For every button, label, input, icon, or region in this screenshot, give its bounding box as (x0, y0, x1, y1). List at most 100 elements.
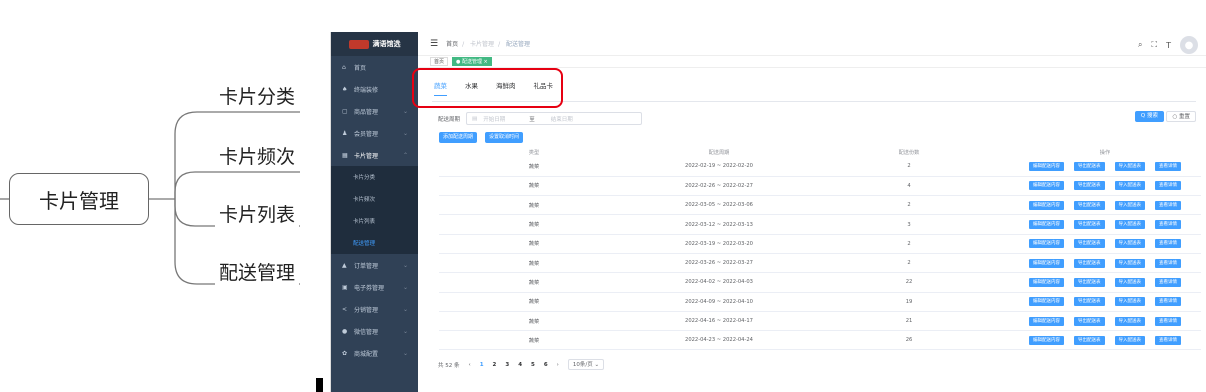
view-details-button[interactable]: 查看详情 (1155, 277, 1181, 287)
mind-map-node: 卡片分类 (215, 82, 300, 109)
view-details-button[interactable]: 查看详情 (1155, 181, 1181, 191)
breadcrumb-home[interactable]: 首页 (446, 41, 458, 48)
fullscreen-icon[interactable]: ⛶ (1152, 40, 1158, 50)
export-table-button[interactable]: 导出配送表 (1074, 161, 1105, 171)
sidebar-item-members[interactable]: ♟ 会员管理 ⌄ (331, 122, 418, 144)
sidebar-subitem-card-list[interactable]: 卡片列表 (331, 210, 418, 232)
import-table-button[interactable]: 导入配送表 (1114, 335, 1145, 345)
page-2[interactable]: 2 (493, 362, 497, 368)
view-details-button[interactable]: 查看详情 (1155, 335, 1181, 345)
edit-content-button[interactable]: 编辑配送内容 (1029, 316, 1064, 326)
avatar[interactable]: ● (1180, 36, 1198, 54)
cell-cycle: 2022-03-19 ~ 2022-03-20 (629, 234, 809, 254)
export-table-button[interactable]: 导出配送表 (1074, 200, 1105, 210)
end-date-placeholder[interactable]: 结束日期 (551, 115, 573, 123)
sidebar-item-home[interactable]: ⌂ 首页 (331, 56, 418, 78)
hamburger-icon[interactable]: ☰ (430, 39, 438, 49)
import-table-button[interactable]: 导入配送表 (1114, 239, 1145, 249)
cell-count: 3 (809, 214, 1009, 235)
export-table-button[interactable]: 导出配送表 (1074, 181, 1105, 191)
logo-text: 满语馆选 (372, 40, 401, 48)
set-cancel-time-button[interactable]: 设置取消时间 (485, 132, 524, 143)
home-icon: ⌂ (342, 63, 346, 71)
share-icon: < (342, 305, 348, 313)
add-cycle-button[interactable]: 添加配送周期 (439, 132, 478, 143)
cell-cycle: 2022-02-19 ~ 2022-02-20 (629, 157, 809, 177)
cell-actions: 编辑配送内容 导出配送表 导入配送表 查看详情 (1009, 292, 1201, 312)
import-table-button[interactable]: 导入配送表 (1114, 161, 1145, 171)
import-table-button[interactable]: 导入配送表 (1114, 220, 1145, 230)
view-details-button[interactable]: 查看详情 (1155, 316, 1181, 326)
edit-content-button[interactable]: 编辑配送内容 (1029, 335, 1064, 345)
import-table-button[interactable]: 导入配送表 (1114, 316, 1145, 326)
tag-delivery[interactable]: ● 配送管理 × (452, 57, 492, 66)
sidebar-item-wechat[interactable]: ● 微信管理 ⌄ (331, 320, 418, 342)
sidebar-item-coupons[interactable]: ▣ 电子券管理 ⌄ (331, 276, 418, 298)
card-icon: ▦ (342, 151, 348, 159)
sidebar-subitem-delivery[interactable]: 配送管理 (331, 232, 418, 254)
tag-home[interactable]: 首页 (430, 57, 449, 66)
next-page-icon[interactable]: › (557, 362, 559, 368)
export-table-button[interactable]: 导出配送表 (1074, 316, 1105, 326)
page-size-select[interactable]: 10条/页 ⌄ (567, 359, 605, 370)
export-table-button[interactable]: 导出配送表 (1074, 335, 1105, 345)
sidebar-item-products[interactable]: ▢ 商品管理 ⌄ (331, 100, 418, 122)
sidebar-item-orders[interactable]: ▲ 订单管理 ⌄ (331, 254, 418, 276)
page-3[interactable]: 3 (505, 362, 509, 368)
cell-count: 2 (809, 195, 1009, 216)
page-6[interactable]: 6 (544, 362, 548, 368)
mind-map-node: 配送管理 (215, 258, 300, 285)
prev-page-icon[interactable]: ‹ (469, 362, 471, 368)
view-details-button[interactable]: 查看详情 (1155, 297, 1181, 307)
logo[interactable]: 满语馆选 (331, 32, 418, 56)
edit-content-button[interactable]: 编辑配送内容 (1029, 297, 1064, 307)
export-table-button[interactable]: 导出配送表 (1074, 277, 1105, 287)
import-table-button[interactable]: 导入配送表 (1114, 181, 1145, 191)
page-1[interactable]: 1 (480, 362, 484, 368)
view-details-button[interactable]: 查看详情 (1155, 161, 1181, 171)
import-table-button[interactable]: 导入配送表 (1114, 277, 1145, 287)
reset-button[interactable]: ○ 重置 (1166, 111, 1196, 122)
edit-content-button[interactable]: 编辑配送内容 (1029, 161, 1064, 171)
cell-type: 蔬菜 (439, 292, 629, 312)
sidebar-item-cards[interactable]: ▦ 卡片管理 ⌃ (331, 144, 418, 166)
cell-type: 蔬菜 (439, 311, 629, 332)
cell-type: 蔬菜 (439, 157, 629, 177)
export-table-button[interactable]: 导出配送表 (1074, 297, 1105, 307)
font-size-icon[interactable]: T (1166, 41, 1171, 50)
action-buttons: 添加配送周期 设置取消时间 (439, 132, 524, 143)
view-details-button[interactable]: 查看详情 (1155, 200, 1181, 210)
mind-map-node: 卡片频次 (215, 142, 300, 169)
sidebar-item-label: 首页 (354, 64, 367, 72)
search-button[interactable]: Q 搜索 (1134, 111, 1164, 122)
table-header: 类型 配送周期 配送份数 操作 (439, 147, 1201, 157)
page-4[interactable]: 4 (518, 362, 522, 368)
sidebar-item-distribution[interactable]: < 分销管理 ⌄ (331, 298, 418, 320)
sidebar-item-settings[interactable]: ✿ 商城配置 ⌄ (331, 342, 418, 364)
date-range-picker[interactable]: ▤ 开始日期 至 结束日期 (466, 112, 643, 125)
sidebar-subitem-card-frequency[interactable]: 卡片频次 (331, 188, 418, 210)
sidebar-subitem-card-category[interactable]: 卡片分类 (331, 166, 418, 188)
export-table-button[interactable]: 导出配送表 (1074, 258, 1105, 268)
import-table-button[interactable]: 导入配送表 (1114, 258, 1145, 268)
import-table-button[interactable]: 导入配送表 (1114, 200, 1145, 210)
export-table-button[interactable]: 导出配送表 (1074, 239, 1105, 249)
export-table-button[interactable]: 导出配送表 (1074, 220, 1105, 230)
cell-count: 26 (809, 330, 1009, 351)
edit-content-button[interactable]: 编辑配送内容 (1029, 277, 1064, 287)
cell-cycle: 2022-04-09 ~ 2022-04-10 (629, 292, 809, 312)
page-5[interactable]: 5 (531, 362, 535, 368)
edit-content-button[interactable]: 编辑配送内容 (1029, 200, 1064, 210)
sidebar-item-decor[interactable]: ♠ 终端装修 (331, 78, 418, 100)
cell-cycle: 2022-02-26 ~ 2022-02-27 (629, 176, 809, 197)
edit-content-button[interactable]: 编辑配送内容 (1029, 258, 1064, 268)
search-icon[interactable]: ⌕ (1138, 40, 1142, 50)
edit-content-button[interactable]: 编辑配送内容 (1029, 220, 1064, 230)
import-table-button[interactable]: 导入配送表 (1114, 297, 1145, 307)
start-date-placeholder[interactable]: 开始日期 (483, 115, 505, 123)
view-details-button[interactable]: 查看详情 (1155, 220, 1181, 230)
edit-content-button[interactable]: 编辑配送内容 (1029, 181, 1064, 191)
view-details-button[interactable]: 查看详情 (1155, 239, 1181, 249)
edit-content-button[interactable]: 编辑配送内容 (1029, 239, 1064, 249)
view-details-button[interactable]: 查看详情 (1155, 258, 1181, 268)
